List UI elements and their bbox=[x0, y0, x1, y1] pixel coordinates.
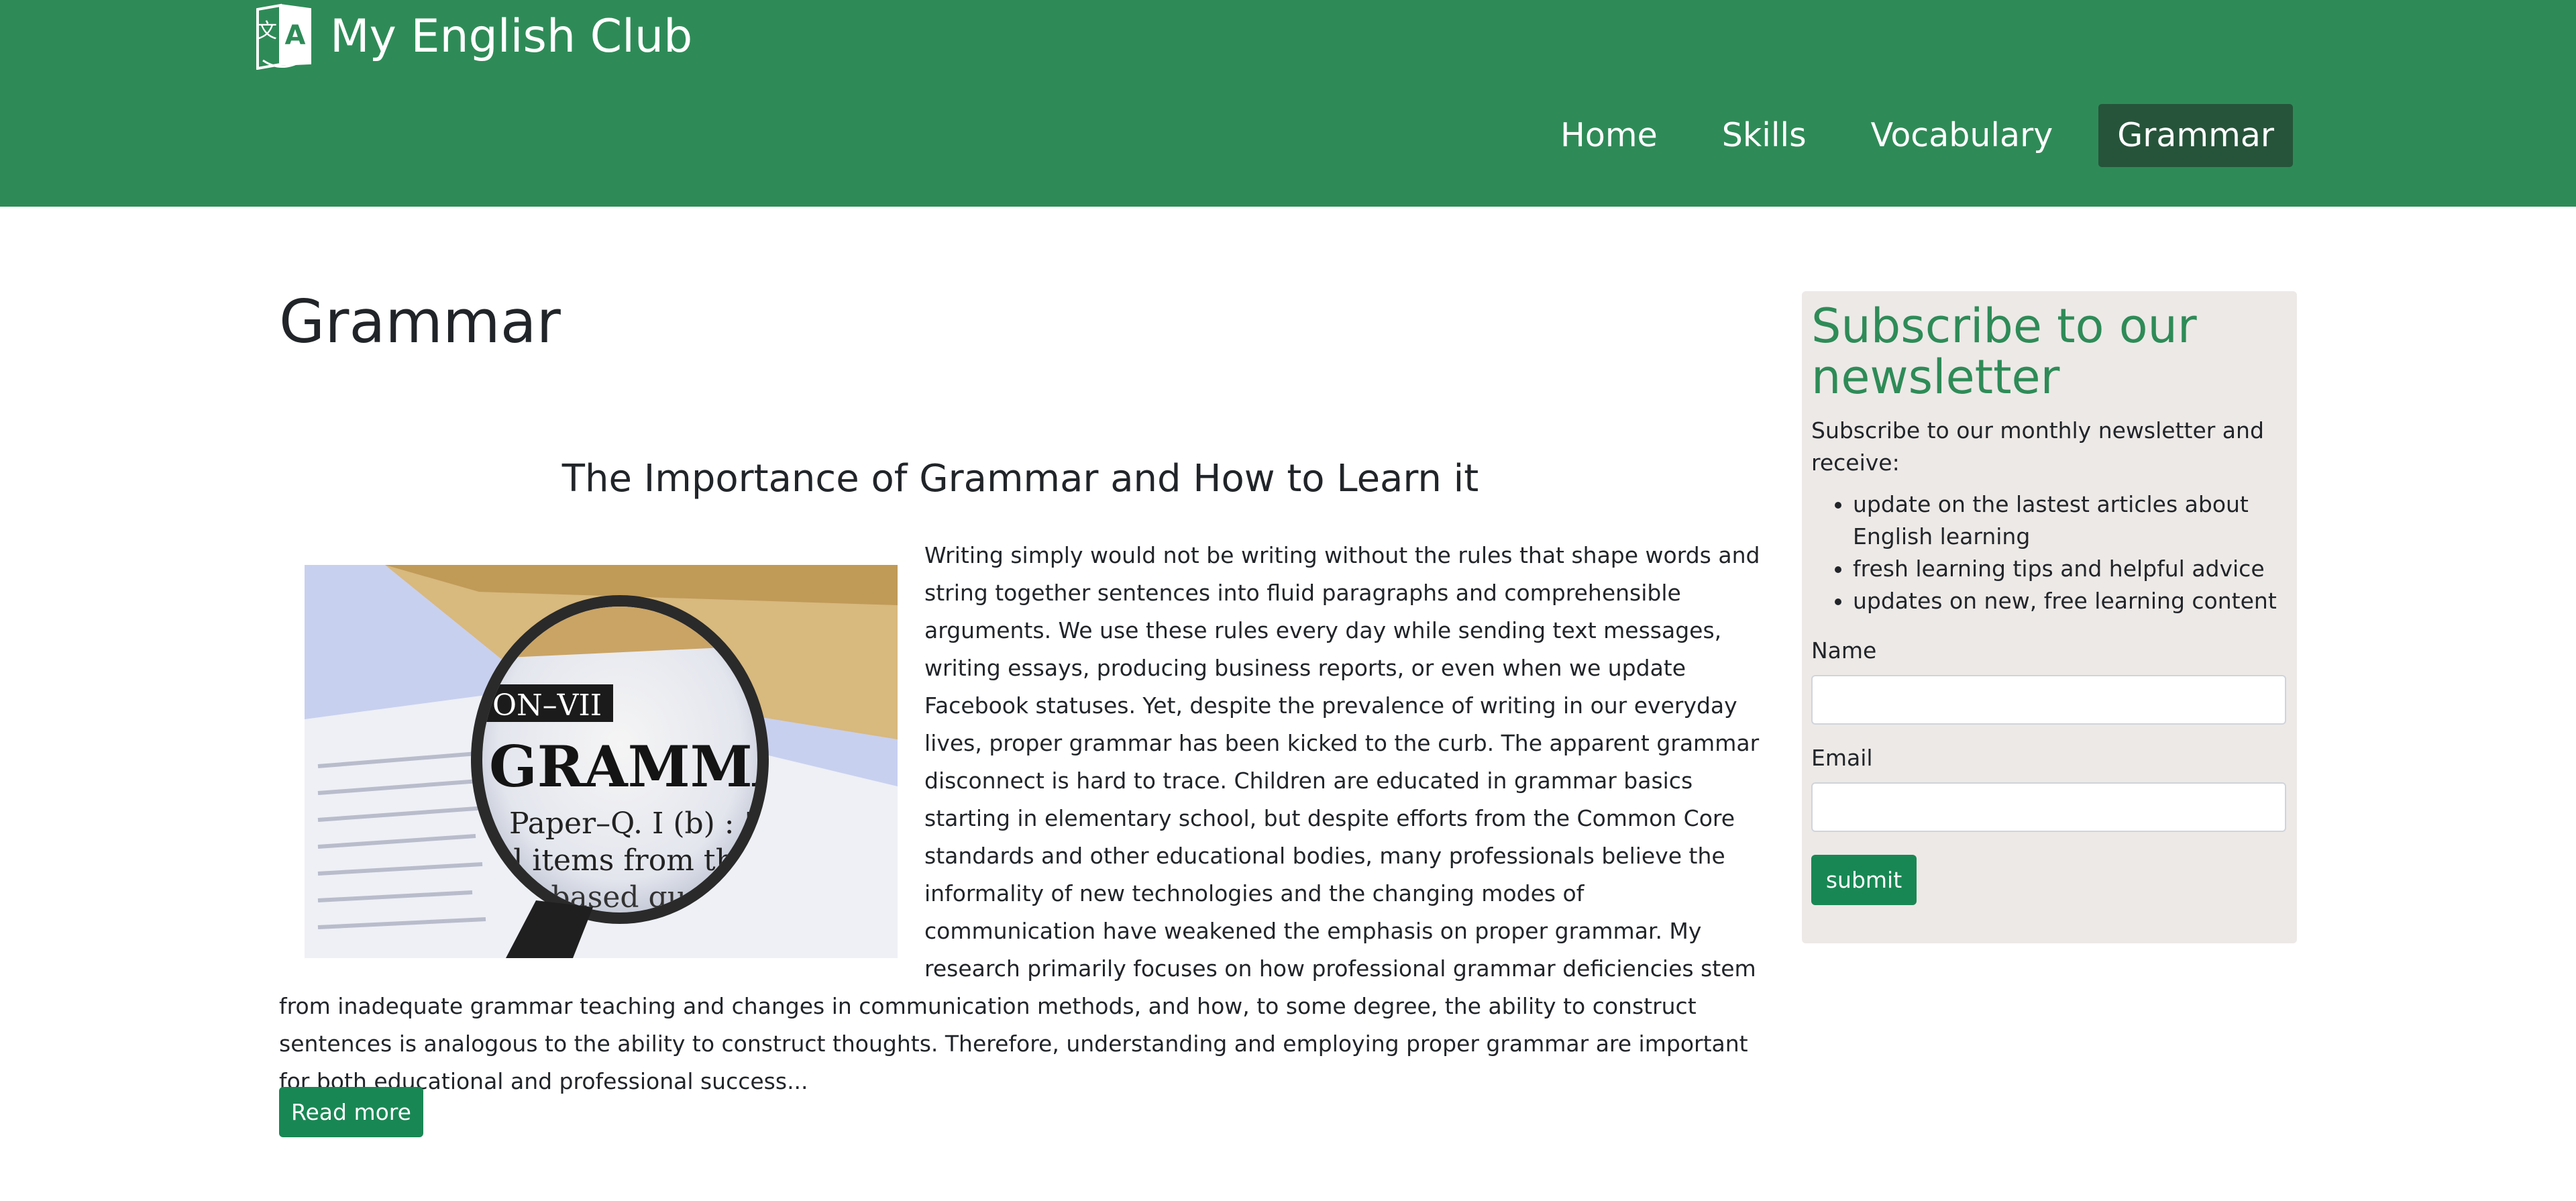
grammar-magnifier-illustration: ON–VII GRAMMAR Paper–Q. I (b) : 5 M al i… bbox=[305, 565, 898, 958]
submit-button[interactable]: submit bbox=[1811, 855, 1917, 905]
nav-home[interactable]: Home bbox=[1542, 104, 1676, 167]
site-header: 文 A My English Club Home Skills Vocabula… bbox=[0, 0, 2576, 207]
grammar-magnifier-image: ON–VII GRAMMAR Paper–Q. I (b) : 5 M al i… bbox=[305, 565, 898, 958]
email-field[interactable] bbox=[1811, 782, 2286, 832]
name-field[interactable] bbox=[1811, 675, 2286, 725]
newsletter-description: Subscribe to our monthly newsletter and … bbox=[1811, 417, 2264, 476]
article-content: ON–VII GRAMMAR Paper–Q. I (b) : 5 M al i… bbox=[279, 537, 1762, 1100]
list-item: update on the lastest articles about Eng… bbox=[1853, 488, 2288, 553]
read-more-button[interactable]: Read more bbox=[279, 1087, 423, 1137]
main-nav: Home Skills Vocabulary Grammar bbox=[1542, 104, 2293, 167]
newsletter-benefits: update on the lastest articles about Eng… bbox=[1811, 488, 2288, 617]
name-label: Name bbox=[1811, 637, 1877, 664]
list-item: updates on new, free learning content bbox=[1853, 585, 2288, 617]
site-title: My English Club bbox=[330, 9, 693, 63]
svg-text:A: A bbox=[285, 20, 306, 51]
translate-book-icon: 文 A bbox=[256, 3, 311, 70]
article-title: The Importance of Grammar and How to Lea… bbox=[561, 457, 1479, 501]
newsletter-sidebar: Subscribe to our newsletter Subscribe to… bbox=[1802, 291, 2297, 943]
nav-vocabulary[interactable]: Vocabulary bbox=[1852, 104, 2072, 167]
svg-text:文: 文 bbox=[257, 19, 277, 43]
brand[interactable]: 文 A My English Club bbox=[254, 3, 692, 70]
email-label: Email bbox=[1811, 745, 1873, 771]
nav-skills[interactable]: Skills bbox=[1703, 104, 1825, 167]
svg-text:ON–VII: ON–VII bbox=[492, 688, 602, 723]
list-item: fresh learning tips and helpful advice bbox=[1853, 553, 2288, 585]
nav-grammar[interactable]: Grammar bbox=[2098, 104, 2293, 167]
page-title: Grammar bbox=[279, 287, 561, 356]
newsletter-title: Subscribe to our newsletter bbox=[1811, 299, 2197, 405]
